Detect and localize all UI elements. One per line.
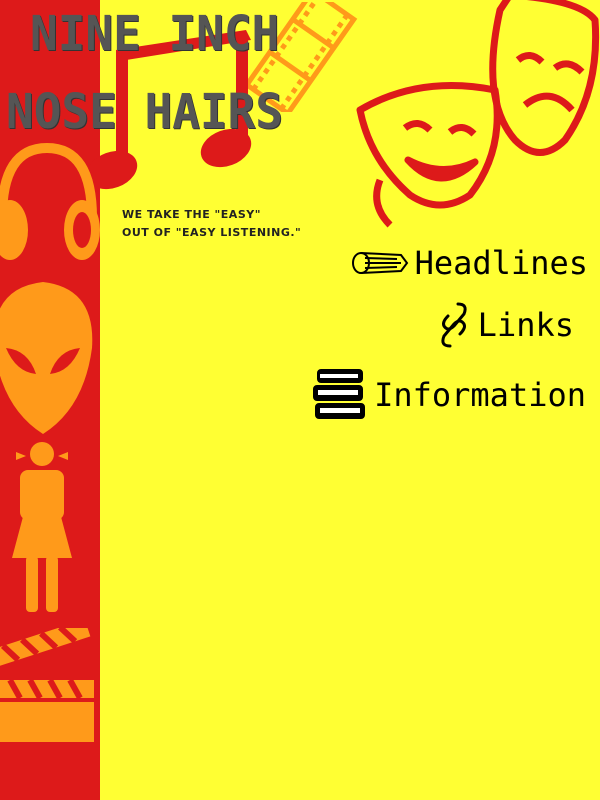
nav-label-headlines: Headlines	[414, 244, 588, 282]
nav-label-links: Links	[477, 306, 574, 344]
alien-icon	[0, 282, 93, 434]
site-title-line-2: NOSE HAIRS	[6, 82, 283, 140]
clapperboard-icon	[0, 628, 94, 742]
nav-label-information: Information	[374, 376, 586, 414]
theater-masks-icon	[356, 0, 600, 228]
chain-link-icon	[441, 302, 467, 348]
books-icon	[313, 369, 366, 419]
nav-item-headlines[interactable]: Headlines	[351, 244, 588, 282]
nav-item-links[interactable]: Links	[436, 300, 574, 350]
nav-item-information[interactable]: Information	[312, 368, 586, 422]
site-title-line-1: NINE INCH	[30, 4, 280, 62]
girl-figure-icon	[12, 442, 72, 612]
page: NINE INCH NOSE HAIRS WE TAKE THE "EASY" …	[0, 0, 600, 800]
tagline-line-1: WE TAKE THE "EASY"	[122, 208, 261, 221]
newspaper-icon	[351, 252, 408, 274]
headphones-icon	[0, 142, 100, 260]
tagline-line-2: OUT OF "EASY LISTENING."	[122, 226, 302, 239]
